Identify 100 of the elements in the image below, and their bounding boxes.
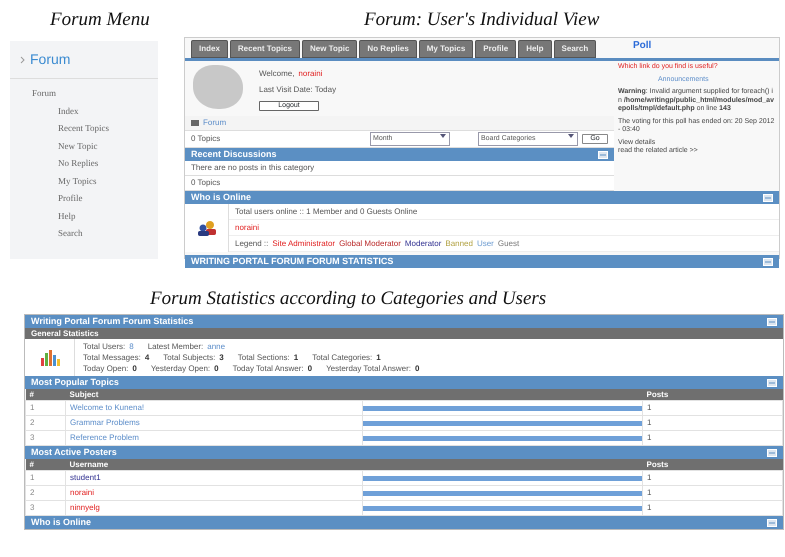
- table-cell: 1: [642, 470, 782, 486]
- section-header: Recent Discussions: [191, 149, 277, 160]
- column-header: #: [26, 459, 66, 470]
- table-cell: 1: [26, 400, 66, 416]
- section-header: Most Active Posters: [31, 447, 117, 458]
- stat-label: Latest Member:: [148, 341, 204, 352]
- stat-label: Total Users:: [83, 341, 126, 352]
- stat-value[interactable]: anne: [207, 341, 226, 352]
- table-cell[interactable]: Reference Problem: [66, 430, 362, 446]
- table-cell[interactable]: Welcome to Kunena!: [66, 400, 362, 416]
- topics-count: 0 Topics: [191, 178, 220, 187]
- menu-item[interactable]: Search: [32, 225, 158, 242]
- tab[interactable]: New Topic: [302, 40, 358, 58]
- caption: Forum: User's Individual View: [364, 10, 600, 29]
- legend-item: Site Administrator: [272, 238, 336, 249]
- menu-item[interactable]: My Topics: [32, 172, 158, 190]
- tab[interactable]: My Topics: [418, 40, 474, 58]
- menu-item[interactable]: New Topic: [32, 138, 158, 155]
- collapse-icon: [767, 518, 777, 526]
- tab[interactable]: No Replies: [359, 40, 417, 58]
- stat-label: Total Subjects:: [163, 352, 216, 363]
- welcome-label: Welcome,: [259, 68, 294, 80]
- table-cell: 1: [642, 400, 782, 416]
- section-header: Who is Online: [31, 517, 91, 528]
- collapse-icon: [767, 378, 777, 386]
- stat-value: 0: [132, 363, 137, 374]
- menu-item[interactable]: Profile: [32, 190, 158, 208]
- collapse-icon: [763, 258, 773, 266]
- dropdown-icon: [567, 133, 575, 139]
- legend-item: User: [476, 238, 494, 249]
- stat-value: 0: [415, 363, 420, 374]
- collapse-icon: [767, 448, 777, 456]
- caption: Forum Menu: [50, 10, 151, 29]
- topics-count: 0 Topics: [191, 133, 220, 145]
- column-header: #: [26, 389, 66, 400]
- menu-item[interactable]: Forum: [32, 85, 158, 102]
- caption: Forum Statistics according to Categories and Users: [150, 289, 548, 308]
- column-header: Posts: [642, 459, 782, 470]
- stat-value: 0: [308, 363, 312, 374]
- stat-label: Total Messages:: [83, 352, 141, 363]
- menu-item[interactable]: Help: [32, 208, 158, 225]
- legend-item: Guest: [498, 238, 520, 249]
- collapse-icon: [763, 194, 773, 202]
- table-cell: 1: [642, 430, 782, 446]
- menu-item[interactable]: Recent Topics: [32, 120, 158, 138]
- stat-value: 0: [214, 363, 219, 374]
- last-visit-text: Last Visit Date: Today: [259, 84, 336, 96]
- column-header: Posts: [642, 389, 782, 400]
- stat-label: Total Sections:: [238, 352, 290, 363]
- chevron-icon: [20, 56, 26, 64]
- stat-label: Today Open:: [83, 363, 128, 374]
- section-header: WRITING PORTAL FORUM FORUM STATISTICS: [191, 256, 394, 267]
- section-header: Writing Portal Forum Forum Statistics: [31, 316, 194, 327]
- table-cell: 1: [26, 470, 66, 486]
- stat-label: Total Categories:: [312, 352, 372, 363]
- menu-item[interactable]: Index: [32, 102, 158, 120]
- collapse-icon: [598, 150, 608, 158]
- table-cell: 2: [26, 486, 66, 500]
- table-cell: 1: [642, 486, 782, 500]
- menu-item[interactable]: No Replies: [32, 155, 158, 172]
- users-icon: [196, 220, 218, 236]
- avatar-placeholder: [193, 65, 243, 109]
- menu-title[interactable]: Forum: [30, 49, 70, 70]
- table-cell[interactable]: student1: [66, 470, 362, 486]
- stat-value: 1: [294, 352, 298, 363]
- legend-item: Global Moderator: [339, 238, 401, 249]
- column-header: Username: [66, 459, 642, 470]
- stat-value: 4: [144, 352, 150, 363]
- stat-label: Yesterday Total Answer:: [326, 363, 412, 374]
- tab[interactable]: Recent Topics: [230, 40, 300, 58]
- poll-title: Poll: [633, 39, 652, 53]
- collapse-icon: [767, 318, 777, 326]
- table-cell[interactable]: ninnyelg: [66, 500, 362, 516]
- table-cell: 3: [26, 430, 66, 446]
- table-cell: 3: [26, 500, 66, 516]
- tab[interactable]: Profile: [475, 40, 516, 58]
- empty-message: There are no posts in this category: [191, 163, 314, 172]
- tab[interactable]: Index: [191, 40, 228, 58]
- table-cell: 1: [642, 500, 782, 516]
- stat-value[interactable]: 8: [129, 341, 134, 352]
- table-cell[interactable]: Grammar Problems: [66, 416, 362, 430]
- table-cell[interactable]: noraini: [66, 486, 362, 500]
- stat-label: Yesterday Open:: [150, 363, 210, 374]
- list-icon: [191, 120, 199, 126]
- table-cell: 2: [26, 416, 66, 430]
- legend-item: Moderator: [404, 238, 442, 249]
- legend-label: Legend ::: [235, 238, 268, 249]
- online-summary: Total users online :: 1 Member and 0 Guests Online: [235, 206, 418, 217]
- section-header: Who is Online: [191, 192, 251, 203]
- dropdown-icon: [439, 133, 447, 139]
- legend-item: Banned: [445, 238, 473, 249]
- username-link[interactable]: noraini: [298, 68, 322, 80]
- section-header: General Statistics: [25, 328, 783, 339]
- bar-chart-icon: [40, 350, 60, 366]
- stat-value: 1: [376, 352, 381, 363]
- tab[interactable]: Help: [518, 40, 552, 58]
- online-user-link[interactable]: noraini: [235, 222, 260, 233]
- tab[interactable]: Search: [554, 40, 596, 58]
- section-header: Most Popular Topics: [31, 377, 119, 388]
- breadcrumb-link[interactable]: Forum: [203, 117, 226, 129]
